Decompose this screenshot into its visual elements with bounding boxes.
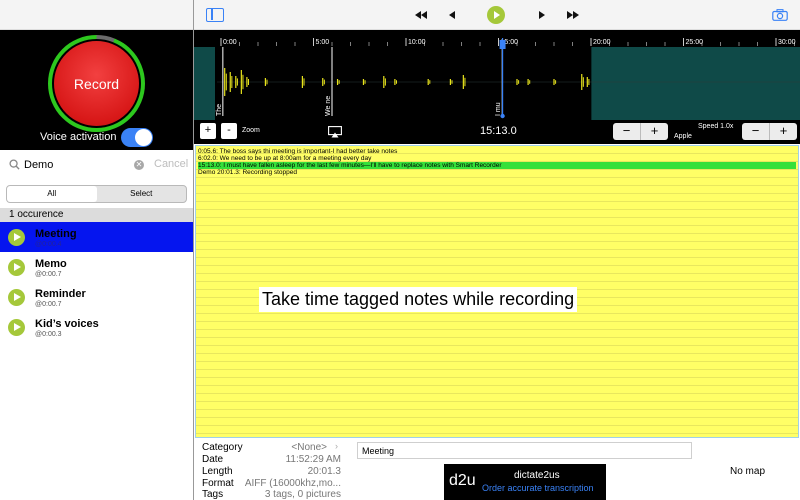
- record-area: Record Voice activation: [0, 30, 193, 150]
- tag-time: @0:00.7: [35, 271, 62, 278]
- play-icon[interactable]: [8, 229, 25, 246]
- step-back-icon[interactable]: [445, 8, 459, 22]
- length-label: Length: [202, 466, 233, 477]
- rewind-icon[interactable]: [414, 8, 428, 22]
- tag-time: @0:00.7: [35, 301, 62, 308]
- tag-name: Reminder: [35, 288, 86, 300]
- tag-marker-label: I mu: [495, 102, 502, 116]
- speed-label: Speed 1.0x: [698, 123, 734, 130]
- dictate2us-banner[interactable]: d2u dictate2us Order accurate transcript…: [444, 464, 606, 500]
- note-line[interactable]: 15:13.0: I must have fallen asleep for t…: [198, 162, 796, 169]
- airplay-icon[interactable]: [328, 126, 342, 138]
- note-line[interactable]: 6:02.0: We need to be up at 8:00am for a…: [198, 155, 371, 162]
- recording-title-field[interactable]: Meeting: [357, 442, 692, 459]
- tag-marker-label: We ne: [325, 96, 332, 116]
- split-view-icon[interactable]: [206, 8, 224, 22]
- recorded-region: [215, 47, 592, 120]
- tags-label: Tags: [202, 489, 224, 500]
- cancel-button[interactable]: Cancel: [154, 158, 188, 170]
- segment-select[interactable]: Select: [97, 186, 187, 202]
- playhead-knob: [500, 113, 505, 119]
- tick-label: 30:00: [778, 39, 796, 46]
- speed-decrease-button[interactable]: −: [742, 123, 770, 140]
- tick-label: 20:00: [593, 39, 611, 46]
- clear-search-icon[interactable]: ✕: [134, 160, 144, 170]
- toggle-knob: [135, 129, 152, 146]
- tick-label: 10:00: [408, 39, 426, 46]
- speed-increase-button[interactable]: +: [770, 123, 797, 140]
- tag-list-item[interactable]: Memo @0:00.7: [0, 252, 193, 282]
- tag-name: Memo: [35, 258, 67, 270]
- category-label: Category: [202, 442, 243, 453]
- zoom-in-button[interactable]: +: [200, 123, 216, 139]
- tick-label: 0:00: [223, 39, 237, 46]
- search-bar: ✕ Cancel: [0, 150, 193, 180]
- playhead-handle: [499, 40, 506, 49]
- tag-name: Meeting: [35, 228, 77, 240]
- tick-label: 5:00: [316, 39, 330, 46]
- filter-segmented-control: All Select: [6, 185, 187, 203]
- date-value: 11:52:29 AM: [285, 454, 341, 465]
- category-value[interactable]: <None>: [291, 442, 327, 453]
- playback-control-bar: + - Zoom 15:13.0 − + Apple Speed 1.0x − …: [194, 120, 800, 144]
- tag-marker-label: The: [216, 104, 223, 116]
- zoom-label: Zoom: [242, 127, 260, 134]
- recording-info-panel: Category <None> › Date 11:52:29 AM Lengt…: [194, 438, 800, 500]
- current-time-display: 15:13.0: [480, 125, 517, 137]
- search-icon: [9, 159, 20, 170]
- speed-stepper[interactable]: − +: [742, 123, 797, 140]
- occurrence-header: 1 occurence: [0, 208, 193, 222]
- format-label: Format: [202, 478, 234, 489]
- tag-list-item[interactable]: Reminder @0:00.7: [0, 282, 193, 312]
- transport-toolbar: [194, 0, 800, 30]
- feature-caption: Take time tagged notes while recording: [259, 287, 578, 312]
- banner-title: dictate2us: [514, 470, 560, 481]
- tick-label: 25:00: [686, 39, 704, 46]
- camera-icon[interactable]: [772, 9, 788, 21]
- tag-time: @0:00.4: [35, 241, 62, 248]
- note-line[interactable]: Demo 20:01.3: Recording stopped: [198, 169, 297, 176]
- waveform-timeline[interactable]: 0:00 5:00 10:00 15:00 20:00 25:00 30:00 The We n…: [194, 30, 800, 120]
- waveform-graph[interactable]: 0:00 5:00 10:00 15:00 20:00 25:00 30:00The We n…: [194, 30, 800, 120]
- left-panel: Record Voice activation ✕ Cancel All Sel…: [0, 0, 193, 500]
- voice-activation-label: Voice activation: [40, 131, 117, 143]
- format-value: AIFF (16000khz,mo...: [244, 478, 341, 489]
- map-placeholder: No map: [730, 466, 766, 477]
- date-label: Date: [202, 454, 224, 465]
- tag-name: Kid’s voices: [35, 318, 99, 330]
- d2u-logo: d2u: [449, 472, 476, 489]
- voice-activation-toggle[interactable]: [121, 128, 153, 147]
- tag-list-item[interactable]: Meeting @0:00.4: [0, 222, 193, 252]
- play-icon[interactable]: [8, 259, 25, 276]
- search-input[interactable]: [24, 157, 129, 173]
- record-button[interactable]: Record: [52, 39, 141, 128]
- zoom-out-button[interactable]: -: [221, 123, 237, 139]
- chevron-right-icon[interactable]: ›: [335, 441, 338, 451]
- voice-increase-button[interactable]: +: [641, 123, 668, 140]
- voice-name: Apple: [674, 133, 692, 140]
- note-line[interactable]: 0:05.6: The boss says thi meeting is imp…: [198, 148, 397, 155]
- play-button[interactable]: [487, 6, 505, 24]
- voice-stepper[interactable]: − +: [613, 123, 668, 140]
- play-icon[interactable]: [8, 319, 25, 336]
- banner-subtitle[interactable]: Order accurate transcription: [482, 483, 594, 493]
- tag-time: @0:00.3: [35, 331, 62, 338]
- length-value: 20:01.3: [307, 466, 341, 477]
- step-forward-icon[interactable]: [535, 8, 549, 22]
- tag-list-item[interactable]: Kid’s voices @0:00.3: [0, 312, 193, 342]
- tags-value: 3 tags, 0 pictures: [264, 489, 341, 500]
- record-progress-ring: Record: [48, 35, 145, 132]
- left-toolbar: [0, 0, 193, 30]
- segment-all[interactable]: All: [7, 186, 97, 202]
- voice-decrease-button[interactable]: −: [613, 123, 641, 140]
- fast-forward-icon[interactable]: [566, 8, 580, 22]
- play-icon[interactable]: [8, 289, 25, 306]
